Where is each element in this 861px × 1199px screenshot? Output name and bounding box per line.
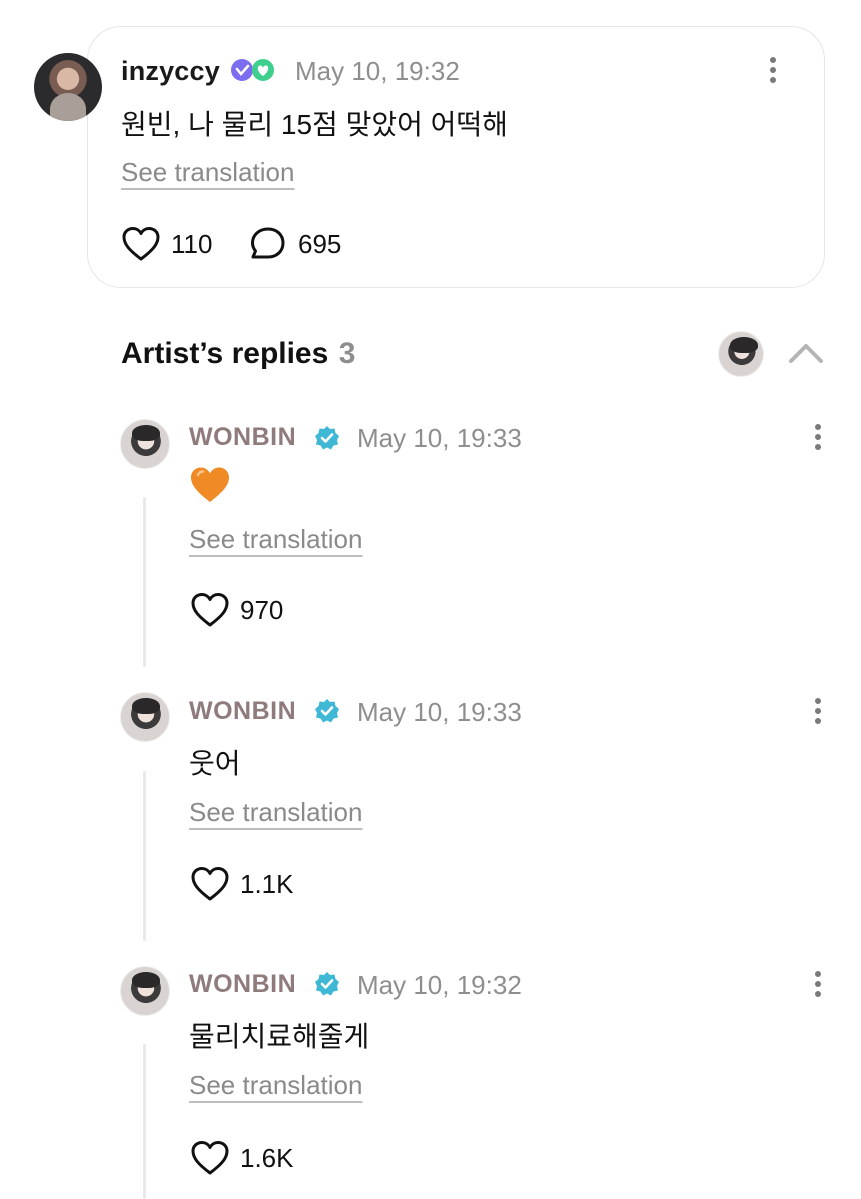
- like-button[interactable]: [121, 226, 161, 267]
- fan-username[interactable]: inzyccy: [121, 56, 220, 87]
- reply-more-button[interactable]: [813, 423, 823, 456]
- membership-badge-icon: [231, 59, 274, 81]
- reply-timestamp: May 10, 19:33: [357, 697, 522, 727]
- heart-icon: [191, 1141, 229, 1175]
- membership-badges: [229, 57, 277, 88]
- thread-line: [143, 1044, 146, 1199]
- fan-post-text: 원빈, 나 물리 15점 맞았어 어떡해: [121, 109, 508, 140]
- see-translation-link[interactable]: See translation: [189, 524, 362, 555]
- reply-like-button[interactable]: [190, 1140, 230, 1181]
- comment-count: 695: [298, 229, 342, 259]
- verified-check-icon: [315, 972, 339, 996]
- verified-check-icon: [315, 426, 339, 450]
- orange-heart-icon: [191, 467, 229, 502]
- reply-like-button[interactable]: [190, 592, 230, 633]
- reply-text: 웃어: [189, 748, 241, 779]
- reply-avatar[interactable]: [120, 692, 170, 742]
- heart-icon: [191, 593, 229, 627]
- reply-avatar[interactable]: [120, 419, 170, 469]
- more-vertical-icon: [815, 698, 821, 724]
- more-vertical-icon: [815, 424, 821, 450]
- reply-text: 물리치료해줄게: [189, 1021, 370, 1052]
- more-vertical-icon: [815, 971, 821, 997]
- reply-like-count: 970: [240, 595, 284, 625]
- reply-timestamp: May 10, 19:33: [357, 423, 522, 453]
- reply-like-count: 1.6K: [240, 1143, 294, 1173]
- orange-heart-emoji: [189, 466, 231, 509]
- artist-avatar-small[interactable]: [718, 331, 764, 377]
- verified-badge: [314, 971, 340, 1002]
- thread-line: [143, 497, 146, 667]
- thread-line: [143, 771, 146, 941]
- reply-author-name[interactable]: WONBIN: [189, 970, 296, 999]
- like-count: 110: [171, 229, 213, 259]
- post-more-button[interactable]: [768, 56, 778, 89]
- reply-author-name[interactable]: WONBIN: [189, 697, 296, 726]
- reply-like-button[interactable]: [190, 866, 230, 907]
- see-translation-link[interactable]: See translation: [189, 797, 362, 828]
- reply-more-button[interactable]: [813, 970, 823, 1003]
- verified-badge: [314, 425, 340, 456]
- reply-avatar[interactable]: [120, 966, 170, 1016]
- reply-more-button[interactable]: [813, 697, 823, 730]
- verified-badge: [314, 698, 340, 729]
- reply-timestamp: May 10, 19:32: [357, 970, 522, 1000]
- collapse-replies-button[interactable]: [787, 340, 825, 371]
- fan-avatar[interactable]: [34, 53, 102, 121]
- comment-button[interactable]: [249, 226, 287, 267]
- artist-replies-count: 3: [338, 337, 356, 370]
- heart-icon: [191, 867, 229, 901]
- reply-like-count: 1.1K: [240, 869, 294, 899]
- artist-replies-title: Artist’s replies: [121, 337, 329, 370]
- comment-bubble-icon: [251, 227, 285, 259]
- chevron-up-icon: [789, 344, 823, 363]
- more-vertical-icon: [770, 57, 776, 83]
- fan-post-timestamp: May 10, 19:32: [295, 56, 460, 86]
- reply-author-name[interactable]: WONBIN: [189, 423, 296, 452]
- see-translation-link[interactable]: See translation: [189, 1070, 362, 1101]
- see-translation-link[interactable]: See translation: [121, 157, 294, 188]
- verified-check-icon: [315, 699, 339, 723]
- artist-replies-header: Artist’s replies 3: [121, 337, 355, 371]
- heart-icon: [122, 227, 160, 261]
